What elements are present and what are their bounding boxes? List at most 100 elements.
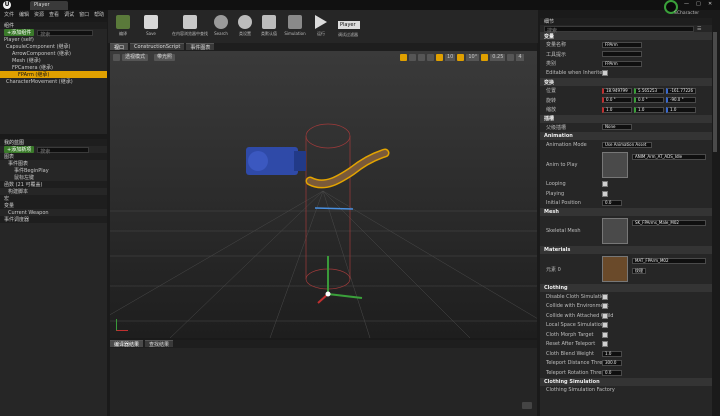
event-graph-item[interactable]: 事件图表 bbox=[0, 160, 107, 167]
location-x[interactable]: 18.949799 bbox=[602, 87, 632, 94]
find-in-browser-button[interactable]: 在内容浏览器中查找 bbox=[172, 13, 208, 41]
scale-snap-icon[interactable] bbox=[481, 54, 489, 61]
components-search-input[interactable]: 搜索 bbox=[37, 29, 94, 38]
close-button[interactable]: ✕ bbox=[708, 1, 712, 7]
rotation-snap-icon[interactable] bbox=[457, 54, 465, 61]
view-options-icon[interactable]: ☰ bbox=[697, 26, 701, 32]
clear-button[interactable] bbox=[522, 402, 532, 409]
clothing-section[interactable]: Clothing bbox=[540, 284, 712, 292]
viewport[interactable]: 透视模式 带光照 10 10° 0.25 4 bbox=[110, 51, 537, 338]
camera-mesh[interactable] bbox=[246, 147, 306, 175]
component-item[interactable]: CharacterMovement (继承) bbox=[0, 78, 107, 85]
collide-environment-checkbox[interactable] bbox=[602, 303, 608, 310]
tab-event-graph[interactable]: 事件图表 bbox=[186, 43, 215, 51]
category-field[interactable]: FPArm bbox=[602, 60, 642, 67]
camera-speed-icon[interactable] bbox=[507, 54, 515, 61]
event-dispatchers-section[interactable]: 事件调度器 bbox=[0, 216, 107, 223]
class-settings-button[interactable]: 类设置 bbox=[232, 13, 258, 41]
world-space-icon[interactable] bbox=[427, 54, 434, 61]
blueprint-search-input[interactable]: 搜索 bbox=[37, 146, 90, 155]
minimize-button[interactable]: — bbox=[684, 1, 689, 7]
lit-button[interactable]: 带光照 bbox=[154, 54, 176, 61]
grid-snap-value[interactable]: 10 bbox=[445, 54, 456, 61]
gizmo-center[interactable] bbox=[325, 291, 331, 297]
rotation-z[interactable]: -90.0 ° bbox=[666, 97, 696, 104]
document-tab[interactable]: Player bbox=[30, 1, 68, 10]
rotation-x[interactable]: 0.0 ° bbox=[602, 97, 632, 104]
debug-object-select[interactable]: Player bbox=[338, 21, 360, 29]
sockets-section[interactable]: 插槽 bbox=[540, 114, 712, 123]
material-field[interactable]: MAT_FPArm_M02 bbox=[632, 258, 706, 264]
teleport-distance-field[interactable]: 300.0 bbox=[602, 360, 622, 367]
component-item[interactable]: FPCamera (继承) bbox=[0, 64, 107, 71]
construction-script-item[interactable]: 构建脚本 bbox=[0, 188, 107, 195]
materials-section[interactable]: Materials bbox=[540, 246, 712, 254]
tab-compiler-results[interactable]: 编译器结果 bbox=[110, 340, 144, 348]
editable-checkbox[interactable] bbox=[602, 70, 608, 77]
variables-section[interactable]: 变量 bbox=[0, 202, 107, 209]
scrollbar-thumb[interactable] bbox=[713, 32, 717, 152]
material-textures-button[interactable]: 纹理 bbox=[632, 268, 646, 274]
scale-tool-icon[interactable] bbox=[418, 54, 425, 61]
add-component-button[interactable]: +添加组件 bbox=[4, 29, 35, 36]
component-item[interactable]: Mesh (继承) bbox=[0, 57, 107, 64]
tab-construction-script[interactable]: ConstructionScript bbox=[130, 43, 185, 50]
rotate-tool-icon[interactable] bbox=[409, 54, 416, 61]
material-thumbnail[interactable] bbox=[602, 256, 628, 282]
initial-position-field[interactable]: 0.0 bbox=[602, 200, 622, 207]
location-z[interactable]: -161.77226 bbox=[666, 87, 696, 94]
variable-name-field[interactable]: FPArm bbox=[602, 41, 642, 48]
tab-find-results[interactable]: 查找结果 bbox=[145, 340, 174, 348]
component-item[interactable]: Player (self) bbox=[0, 36, 107, 43]
menu-help[interactable]: 帮助 bbox=[94, 11, 104, 18]
playing-checkbox[interactable] bbox=[602, 190, 608, 197]
details-scrollbar[interactable] bbox=[713, 30, 717, 410]
menu-edit[interactable]: 编辑 bbox=[19, 11, 29, 18]
details-search-input[interactable]: 搜索 bbox=[544, 25, 694, 34]
tooltip-field[interactable] bbox=[602, 51, 642, 58]
mesh-section[interactable]: Mesh bbox=[540, 208, 712, 216]
compile-button[interactable]: 编译 bbox=[110, 13, 136, 41]
menu-asset[interactable]: 资源 bbox=[34, 11, 44, 18]
scale-z[interactable]: 1.0 bbox=[666, 106, 696, 113]
reset-teleport-checkbox[interactable] bbox=[602, 341, 608, 348]
scale-snap-value[interactable]: 0.25 bbox=[490, 54, 506, 61]
class-defaults-button[interactable]: 类默认值 bbox=[256, 13, 282, 41]
maximize-button[interactable]: □ bbox=[696, 1, 701, 7]
viewport-scene[interactable] bbox=[110, 51, 537, 338]
looping-checkbox[interactable] bbox=[602, 181, 608, 188]
save-button[interactable]: Save bbox=[138, 13, 164, 41]
variable-section[interactable]: 变量 bbox=[540, 32, 712, 40]
variable-item[interactable]: Current Weapon bbox=[0, 209, 107, 216]
anim-thumbnail[interactable] bbox=[602, 151, 628, 178]
mesh-thumbnail[interactable] bbox=[602, 218, 628, 244]
tab-viewport[interactable]: 视口 bbox=[110, 43, 129, 51]
viewport-options-button[interactable] bbox=[113, 54, 120, 61]
anim-to-play-field[interactable]: ANIM_Arm_AT_ADS_Idle bbox=[632, 153, 706, 160]
animation-mode-select[interactable]: Use Animation Asset bbox=[602, 141, 652, 148]
left-mouse-item[interactable]: 鼠标左键 bbox=[0, 174, 107, 181]
graphs-section[interactable]: 图表 bbox=[0, 153, 107, 160]
menu-view[interactable]: 查看 bbox=[49, 11, 59, 18]
menu-window[interactable]: 窗口 bbox=[79, 11, 89, 18]
cloth-morph-checkbox[interactable] bbox=[602, 331, 608, 338]
collide-attached-checkbox[interactable] bbox=[602, 312, 608, 319]
component-item[interactable]: ArrowComponent (继承) bbox=[0, 50, 107, 57]
parent-socket-field[interactable]: None bbox=[602, 124, 632, 131]
search-button[interactable]: Search bbox=[208, 13, 234, 41]
play-button[interactable]: 运行 bbox=[308, 13, 334, 41]
component-item[interactable]: CapsuleComponent (继承) bbox=[0, 43, 107, 50]
perspective-button[interactable]: 透视模式 bbox=[122, 54, 149, 61]
simulation-button[interactable]: Simulation bbox=[282, 13, 308, 41]
menu-file[interactable]: 文件 bbox=[4, 11, 14, 18]
begin-play-item[interactable]: 事件BeginPlay bbox=[0, 167, 107, 174]
disable-cloth-checkbox[interactable] bbox=[602, 293, 608, 300]
grid-snap-icon[interactable] bbox=[436, 54, 443, 61]
rotation-snap-value[interactable]: 10° bbox=[466, 54, 480, 61]
camera-speed-value[interactable]: 4 bbox=[516, 54, 524, 61]
rotation-y[interactable]: 0.0 ° bbox=[634, 97, 664, 104]
scale-x[interactable]: 1.0 bbox=[602, 106, 632, 113]
component-item-selected[interactable]: FPArm (继承) bbox=[0, 71, 107, 78]
add-new-button[interactable]: +添加新项 bbox=[4, 146, 35, 153]
cloth-blend-weight-field[interactable]: 1.0 bbox=[602, 350, 622, 357]
